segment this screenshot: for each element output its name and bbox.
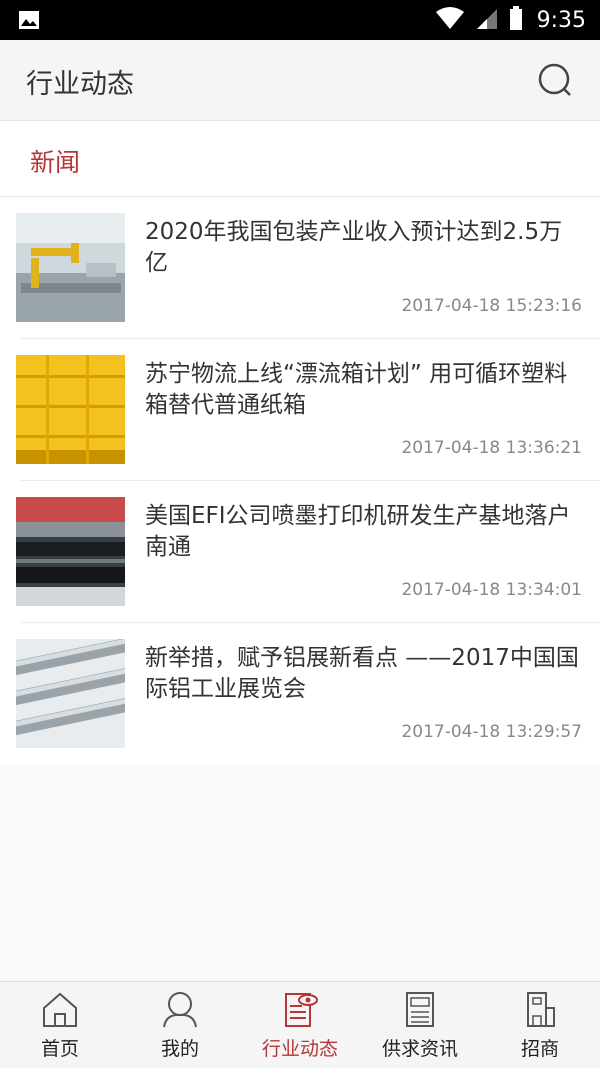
list-item[interactable]: 2020年我国包装产业收入预计达到2.5万亿 2017-04-18 15:23:…	[0, 197, 600, 339]
section-header: 新闻	[0, 121, 600, 197]
tab-label: 招商	[520, 1038, 559, 1060]
tab-label: 行业动态	[261, 1038, 338, 1060]
news-timestamp: 2017-04-18 15:23:16	[401, 296, 582, 316]
news-list: 2020年我国包装产业收入预计达到2.5万亿 2017-04-18 15:23:…	[0, 197, 600, 765]
news-title: 美国EFI公司喷墨打印机研发生产基地落户南通	[145, 503, 571, 560]
section-label[interactable]: 新闻	[30, 143, 80, 179]
list-item[interactable]: 苏宁物流上线“漂流箱计划” 用可循环塑料箱替代普通纸箱 2017-04-18 1…	[0, 339, 600, 481]
tab-supply-demand[interactable]: 供求资讯	[360, 982, 480, 1068]
home-icon	[43, 992, 77, 1027]
tab-home[interactable]: 首页	[0, 982, 120, 1068]
tab-investment[interactable]: 招商	[480, 982, 600, 1068]
news-timestamp: 2017-04-18 13:36:21	[401, 438, 582, 458]
tab-label: 首页	[40, 1038, 79, 1060]
news-timestamp: 2017-04-18 13:29:57	[401, 722, 582, 742]
cell-signal-icon	[475, 6, 499, 34]
image-notification-icon	[18, 9, 40, 35]
tab-label: 供求资讯	[381, 1038, 458, 1060]
tab-industry-news[interactable]: 行业动态	[240, 982, 360, 1068]
news-thumbnail	[16, 213, 125, 322]
building-icon	[527, 992, 555, 1027]
tab-label: 我的	[160, 1038, 199, 1060]
news-title: 新举措，赋予铝展新看点 ——2017中国国际铝工业展览会	[145, 645, 579, 702]
supply-demand-icon	[406, 992, 434, 1027]
status-bar: 9:35	[0, 0, 600, 40]
news-title: 苏宁物流上线“漂流箱计划” 用可循环塑料箱替代普通纸箱	[145, 361, 568, 418]
news-timestamp: 2017-04-18 13:34:01	[401, 580, 582, 600]
bottom-tab-bar: 首页 我的 行业动态 供求资讯 招商	[0, 981, 600, 1068]
list-item[interactable]: 新举措，赋予铝展新看点 ——2017中国国际铝工业展览会 2017-04-18 …	[0, 623, 600, 765]
search-button[interactable]	[537, 62, 577, 102]
tab-mine[interactable]: 我的	[120, 982, 240, 1068]
news-thumbnail	[16, 355, 125, 464]
news-eye-icon	[285, 993, 318, 1027]
status-time: 9:35	[536, 7, 586, 33]
page-title: 行业动态	[26, 69, 134, 100]
user-icon	[163, 992, 197, 1028]
list-item[interactable]: 美国EFI公司喷墨打印机研发生产基地落户南通 2017-04-18 13:34:…	[0, 481, 600, 623]
news-thumbnail	[16, 639, 125, 748]
app-bar: 行业动态	[0, 40, 600, 121]
news-thumbnail	[16, 497, 125, 606]
wifi-icon	[435, 6, 465, 34]
battery-icon	[509, 6, 523, 34]
search-icon	[538, 63, 571, 96]
news-title: 2020年我国包装产业收入预计达到2.5万亿	[145, 219, 563, 276]
